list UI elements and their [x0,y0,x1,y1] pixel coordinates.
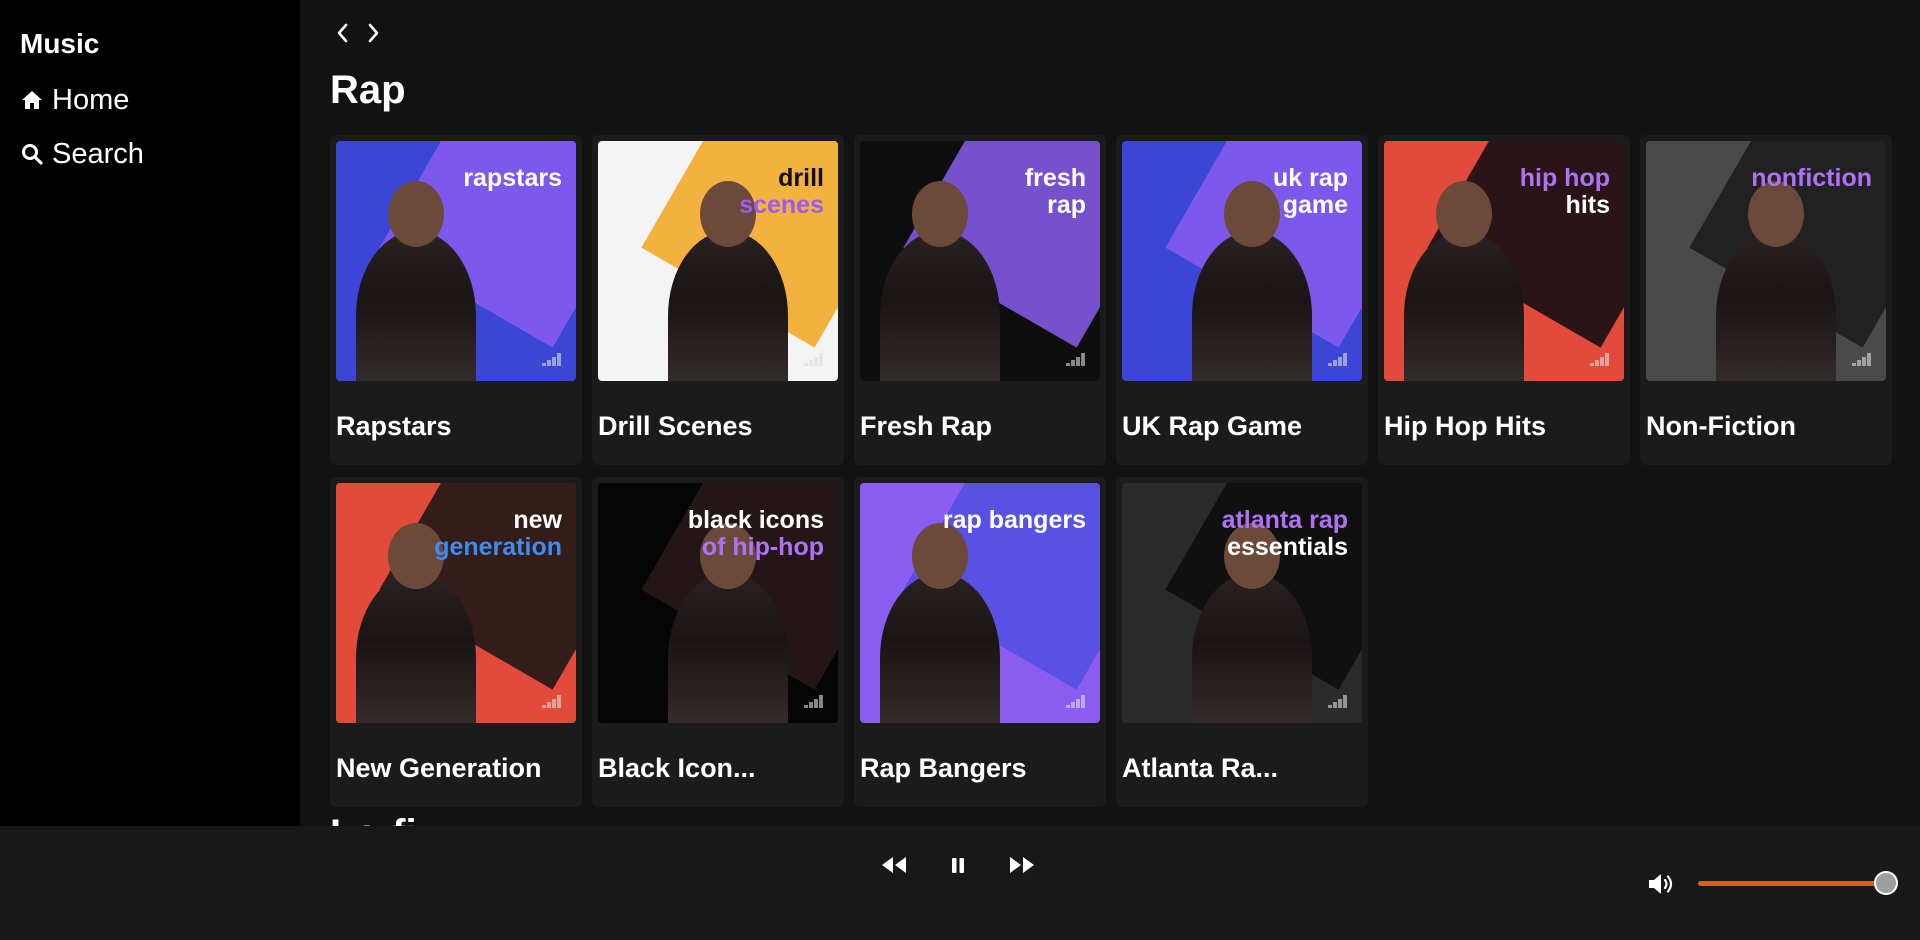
playlist-cover: black icons of hip-hop [598,483,838,723]
cover-text-secondary: game [1282,191,1348,219]
pause-button[interactable] [944,854,972,876]
equalizer-logo-icon [542,353,561,366]
cover-text-secondary: rap [1047,191,1086,219]
artist-head [1436,181,1492,247]
artist-head [388,181,444,247]
playlist-card[interactable]: hip hop hits Hip Hop Hits [1378,135,1630,465]
playlist-title: Atlanta Ra... [1122,753,1279,783]
equalizer-logo-icon [542,695,561,708]
playlist-title: Fresh Rap [860,411,993,441]
playlist-cover: rap bangers [860,483,1100,723]
cover-text-secondary: of hip-hop [701,533,824,561]
volume-fill [1698,881,1886,886]
section-title: Rap [330,68,406,112]
playlist-title: Drill Scenes [598,411,753,441]
cover-text-primary: atlanta rap [1221,506,1348,534]
volume-slider[interactable] [1698,871,1898,895]
cover-text-primary: rapstars [463,164,562,192]
volume-thumb[interactable] [1874,871,1898,895]
equalizer-logo-icon [1852,353,1871,366]
playlist-title: Black Icon... [598,753,756,783]
rewind-icon [882,857,906,873]
equalizer-logo-icon [804,353,823,366]
artist-head [1224,181,1280,247]
cover-text-primary: nonfiction [1751,164,1872,192]
next-button[interactable] [1008,854,1036,876]
nav-home[interactable]: Home [20,82,280,118]
main-content: Rap rapstars Rapstars drill scenes Drill Sce… [300,0,1920,826]
playlist-cover: new generation [336,483,576,723]
cover-text-secondary: generation [434,533,562,561]
playlist-title: Rapstars [336,411,452,441]
playlist-cover: drill scenes [598,141,838,381]
playlist-card[interactable]: new generation New Generation [330,477,582,807]
playlist-title: New Generation [336,753,542,783]
playlist-card[interactable]: fresh rap Fresh Rap [854,135,1106,465]
equalizer-logo-icon [1066,695,1085,708]
playlist-cover: hip hop hits [1384,141,1624,381]
playlist-title: Hip Hop Hits [1384,411,1546,441]
equalizer-logo-icon [1328,695,1347,708]
playlist-card[interactable]: uk rap game UK Rap Game [1116,135,1368,465]
nav-search[interactable]: Search [20,136,280,172]
playlist-cover: uk rap game [1122,141,1362,381]
chevron-right-icon [368,23,379,43]
playlist-title: Non-Fiction [1646,411,1796,441]
back-button[interactable] [333,20,351,46]
history-nav [333,20,383,46]
cover-text-primary: uk rap [1272,164,1348,192]
cover-text-primary: hip hop [1519,164,1610,192]
home-icon [22,91,42,109]
artist-head [912,181,968,247]
volume-icon[interactable] [1647,872,1677,896]
playlist-cover: rapstars [336,141,576,381]
cover-text-secondary: essentials [1227,533,1348,561]
cover-text-primary: black icons [687,506,824,534]
chevron-left-icon [337,23,348,43]
cover-text-secondary: hits [1565,191,1610,219]
sidebar: Music Home Search [0,0,300,826]
nav-home-label: Home [52,83,130,116]
playlist-card[interactable]: nonfiction Non-Fiction [1640,135,1892,465]
playlist-card[interactable]: rap bangers Rap Bangers [854,477,1106,807]
playlist-title: Rap Bangers [860,753,1027,783]
cover-text-primary: new [513,506,562,534]
cover-text-primary: rap bangers [942,506,1086,534]
playlist-cover: nonfiction [1646,141,1886,381]
fast-forward-icon [1010,857,1034,873]
playlist-title: UK Rap Game [1122,411,1303,441]
equalizer-logo-icon [1328,353,1347,366]
playlist-card[interactable]: atlanta rap essentials Atlanta Ra... [1116,477,1368,807]
cover-text-primary: fresh [1024,164,1086,192]
equalizer-logo-icon [1590,353,1609,366]
forward-button[interactable] [365,20,383,46]
app-title: Music [20,28,100,59]
equalizer-logo-icon [1066,353,1085,366]
playlist-card[interactable]: drill scenes Drill Scenes [592,135,844,465]
nav-search-label: Search [52,137,144,170]
playlist-card[interactable]: black icons of hip-hop Black Icon... [592,477,844,807]
search-icon [22,144,43,165]
playlist-card[interactable]: rapstars Rapstars [330,135,582,465]
cover-text-secondary: scenes [739,191,824,219]
previous-button[interactable] [880,854,908,876]
player-bar [0,826,1920,940]
playlist-cover: atlanta rap essentials [1122,483,1362,723]
playback-controls [880,854,1036,876]
next-section-title: Lo-fi [330,812,417,826]
playlist-cover: fresh rap [860,141,1100,381]
pause-icon [952,858,964,873]
cover-text-primary: drill [778,164,824,192]
equalizer-logo-icon [804,695,823,708]
